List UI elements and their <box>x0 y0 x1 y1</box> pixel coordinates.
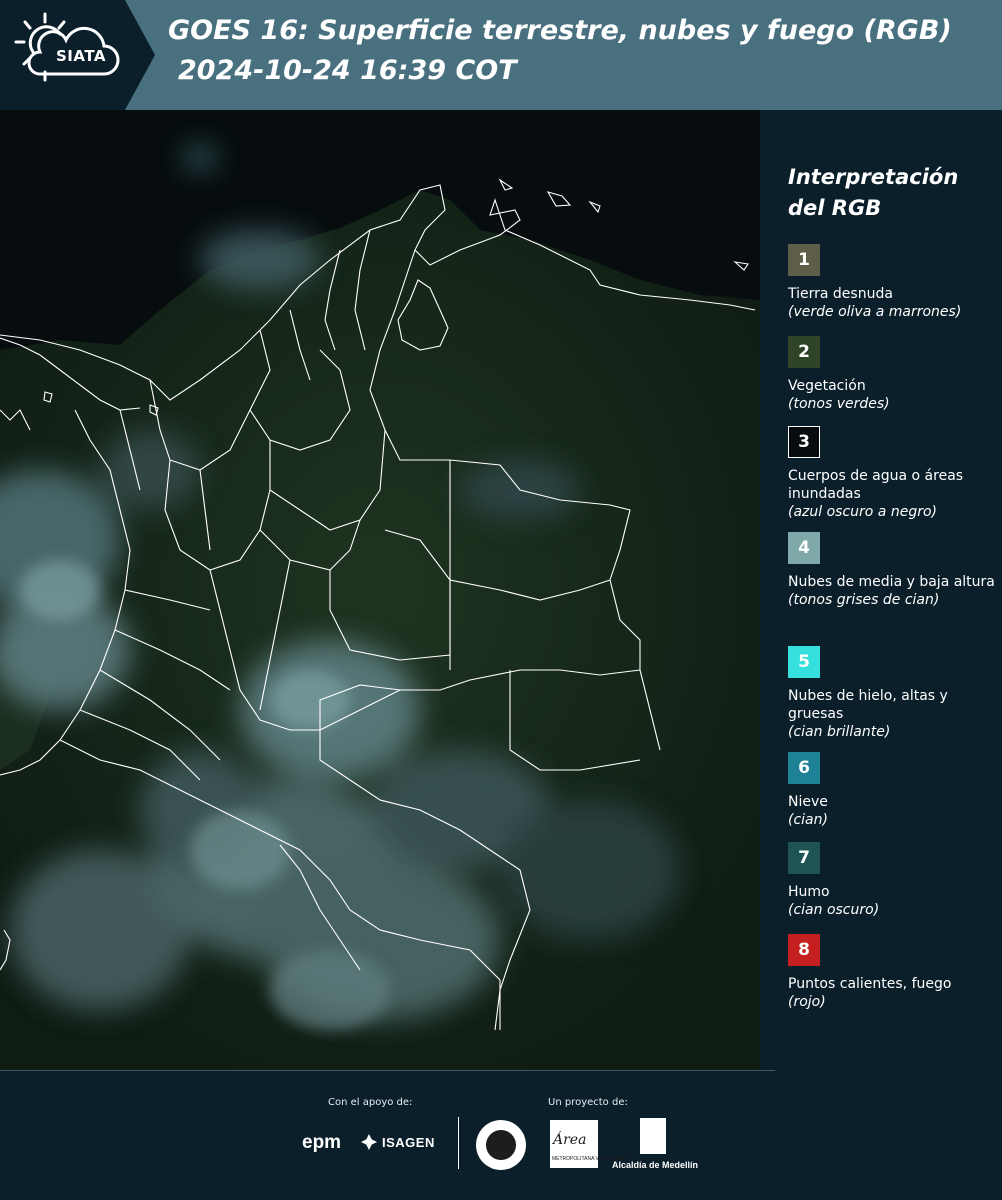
legend-item-desc: (cian oscuro) <box>788 902 880 918</box>
legend-item-3: 3 Cuerpos de agua o áreas inundadas (azul … <box>788 426 1002 521</box>
map-canvas <box>0 110 760 1070</box>
legend-item-label: Vegetación <box>788 378 866 394</box>
legend-item-desc: (tonos verdes) <box>788 396 890 412</box>
alcaldia-shield-icon <box>640 1118 666 1154</box>
legend-item-label: Tierra desnuda <box>788 286 893 302</box>
legend-item-label: Humo <box>788 884 830 900</box>
legend-swatch: 2 <box>788 336 820 368</box>
legend-item-desc: (verde oliva a marrones) <box>788 304 962 320</box>
legend-panel: Interpretación del RGB 1 Tierra desnuda (v… <box>760 110 1002 1070</box>
legend-item-2: 2 Vegetación (tonos verdes) <box>788 336 1002 413</box>
epm-logo: epm <box>302 1132 342 1153</box>
legend-swatch: 4 <box>788 532 820 564</box>
support-label: Con el apoyo de: <box>328 1097 413 1108</box>
legend-swatch: 6 <box>788 752 820 784</box>
seal-center <box>486 1130 516 1160</box>
area-logo-text: Área <box>553 1132 587 1148</box>
legend-swatch: 7 <box>788 842 820 874</box>
legend-swatch: 5 <box>788 646 820 678</box>
legend-item-desc: (cian) <box>788 812 828 828</box>
legend-item-desc: (azul oscuro a negro) <box>788 504 937 520</box>
legend-item-desc: (rojo) <box>788 994 826 1010</box>
legend-item-label: Nubes de media y baja altura <box>788 574 995 590</box>
legend-item-7: 7 Humo (cian oscuro) <box>788 842 1002 919</box>
legend-swatch: 3 <box>788 426 820 458</box>
legend-item-label: Nubes de hielo, altas y gruesas <box>788 688 948 722</box>
isagen-logo: ISAGEN <box>382 1135 435 1150</box>
legend-item-label: Nieve <box>788 794 828 810</box>
legend-item-4: 4 Nubes de media y baja altura (tonos gris… <box>788 532 1002 609</box>
legend-title: Interpretación del RGB <box>788 165 959 220</box>
legend-item-1: 1 Tierra desnuda (verde oliva a marrones) <box>788 244 1002 321</box>
legend-item-desc: (tonos grises de cian) <box>788 592 940 608</box>
page-title: GOES 16: Superficie terrestre, nubes y f… <box>168 15 952 46</box>
footer-divider <box>0 1070 775 1071</box>
isagen-mark-icon <box>361 1134 377 1150</box>
legend-item-5: 5 Nubes de hielo, altas y gruesas (cian br… <box>788 646 1002 741</box>
satellite-map[interactable] <box>0 110 760 1070</box>
alcaldia-logo: Alcaldía de Medellín <box>612 1160 699 1170</box>
legend-item-8: 8 Puntos calientes, fuego (rojo) <box>788 934 1002 1011</box>
legend-item-6: 6 Nieve (cian) <box>788 752 1002 829</box>
logo-text: SIATA <box>56 47 107 65</box>
page-timestamp: 2024-10-24 16:39 COT <box>178 55 517 86</box>
header: SIATA GOES 16: Superficie terrestre, nub… <box>0 0 1002 110</box>
logo-divider <box>458 1117 459 1169</box>
legend-item-label: Puntos calientes, fuego <box>788 976 952 992</box>
project-label: Un proyecto de: <box>548 1097 628 1108</box>
siata-logo: SIATA <box>0 0 160 110</box>
footer: Con el apoyo de: Un proyecto de: epm ISA… <box>0 1070 1002 1200</box>
legend-swatch: 1 <box>788 244 820 276</box>
legend-swatch: 8 <box>788 934 820 966</box>
legend-item-label: Cuerpos de agua o áreas inundadas <box>788 468 964 502</box>
legend-item-desc: (cian brillante) <box>788 724 891 740</box>
